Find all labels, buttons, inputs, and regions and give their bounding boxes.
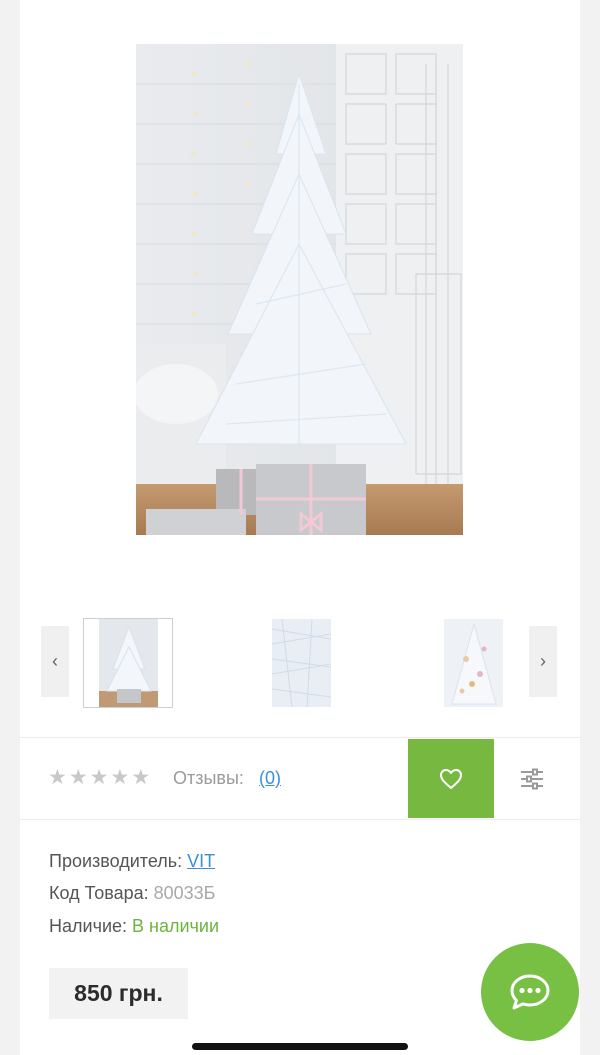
chat-button[interactable]: [481, 943, 579, 1041]
manufacturer-link[interactable]: VIT: [187, 851, 215, 871]
sliders-icon: [521, 768, 543, 790]
chat-bubble-icon: [510, 974, 550, 1010]
divider: [20, 819, 580, 820]
product-code-value: 80033Б: [153, 883, 216, 903]
availability-row: Наличие: В наличии: [49, 916, 219, 937]
thumbnail-tree-image: [98, 619, 158, 707]
add-to-wishlist-button[interactable]: [408, 739, 494, 818]
carousel-next-button[interactable]: ›: [529, 626, 557, 697]
home-indicator: [192, 1043, 408, 1050]
availability-label: Наличие:: [49, 916, 128, 936]
compare-button[interactable]: [516, 763, 548, 795]
product-code-label: Код Товара:: [49, 883, 149, 903]
star-icon: ★: [68, 766, 88, 789]
rating-stars[interactable]: ★ ★ ★ ★ ★: [48, 766, 150, 790]
rating-row: ★ ★ ★ ★ ★ Отзывы: (0): [20, 739, 580, 818]
star-icon: ★: [48, 766, 67, 789]
thumbnail-carousel: ‹ ›: [20, 612, 580, 712]
thumbnail-branches-image: [271, 619, 331, 707]
carousel-prev-button[interactable]: ‹: [41, 626, 69, 697]
product-code-row: Код Товара: 80033Б: [49, 883, 216, 904]
thumbnail-2[interactable]: [256, 618, 346, 708]
thumbnail-decorated-tree-image: [443, 619, 503, 707]
product-card: ‹ › ★ ★ ★ ★ ★ Отзывы: (0) Производитель:…: [20, 0, 580, 1055]
heart-icon: [440, 768, 462, 789]
star-icon: ★: [131, 766, 151, 789]
main-product-image[interactable]: [136, 44, 463, 535]
divider: [20, 737, 580, 738]
manufacturer-row: Производитель: VIT: [49, 851, 215, 872]
reviews-label: Отзывы:: [173, 768, 244, 788]
christmas-tree-photo: [136, 44, 463, 535]
product-price: 850 грн.: [49, 968, 188, 1019]
star-icon: ★: [89, 766, 109, 789]
star-icon: ★: [110, 766, 130, 789]
thumbnail-1[interactable]: [83, 618, 173, 708]
availability-status: В наличии: [132, 916, 220, 936]
reviews-count-link[interactable]: (0): [259, 768, 281, 789]
thumbnail-3[interactable]: [428, 618, 518, 708]
manufacturer-label: Производитель:: [49, 851, 183, 871]
